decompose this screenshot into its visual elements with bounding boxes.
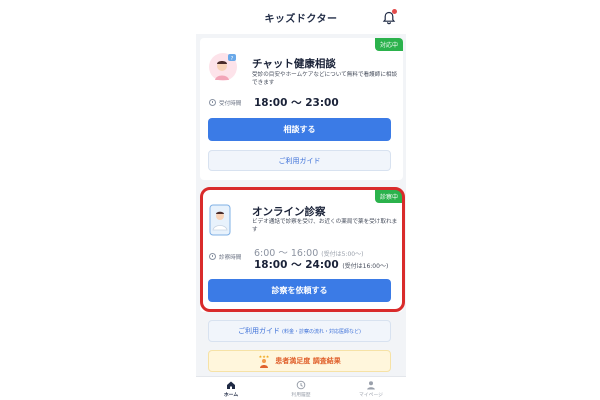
tab-home[interactable]: ホーム [196, 377, 266, 400]
svg-text:?: ? [231, 56, 234, 62]
time-label: 受付時間 [219, 101, 242, 107]
bell-icon[interactable] [382, 9, 397, 25]
tab-label: ホーム [223, 392, 239, 398]
tab-mypage[interactable]: マイページ [336, 377, 406, 400]
svg-text:★★★: ★★★ [259, 354, 270, 359]
guide-label: ご利用ガイド [238, 327, 281, 335]
card-title: チャット健康相談 [252, 58, 336, 70]
clock-icon [209, 99, 216, 106]
nurse-illustration-icon: ? [208, 52, 238, 82]
bottom-tab-bar: ホーム 利用履歴 マイページ [196, 376, 406, 400]
usage-guide-detail-button[interactable]: ご利用ガイド (料金・診察の流れ・対応医師など) [208, 320, 391, 342]
consult-button[interactable]: 相談する [208, 118, 391, 141]
survey-label: 患者満足度 調査結果 [275, 357, 341, 365]
guide-sublabel: (料金・診察の流れ・対応医師など) [282, 328, 361, 335]
usage-guide-button[interactable]: ご利用ガイド [208, 150, 391, 171]
survey-person-icon: ★★★ [258, 354, 270, 368]
status-badge: 対応中 [374, 38, 403, 51]
app-title: キッズドクター [264, 13, 338, 25]
card-description: 受診の目安やホームケアなどについて無料で看護師に相談できます [252, 72, 398, 86]
tab-label: 利用履歴 [291, 392, 311, 398]
home-icon [227, 381, 235, 389]
tab-history[interactable]: 利用履歴 [266, 377, 336, 400]
app-header: キッズドクター [196, 0, 406, 34]
person-icon [367, 380, 375, 389]
tab-label: マイページ [359, 392, 383, 398]
highlight-frame [200, 187, 405, 312]
reception-time: 18:00 〜 23:00 [254, 97, 339, 109]
history-icon [296, 380, 306, 389]
chat-consult-card: 対応中 ? チャット健康相談 受診の目安やホームケアなどについて無料で看護師に相… [200, 38, 403, 180]
satisfaction-survey-banner[interactable]: ★★★ 患者満足度 調査結果 [208, 350, 391, 372]
notification-dot [392, 9, 397, 14]
